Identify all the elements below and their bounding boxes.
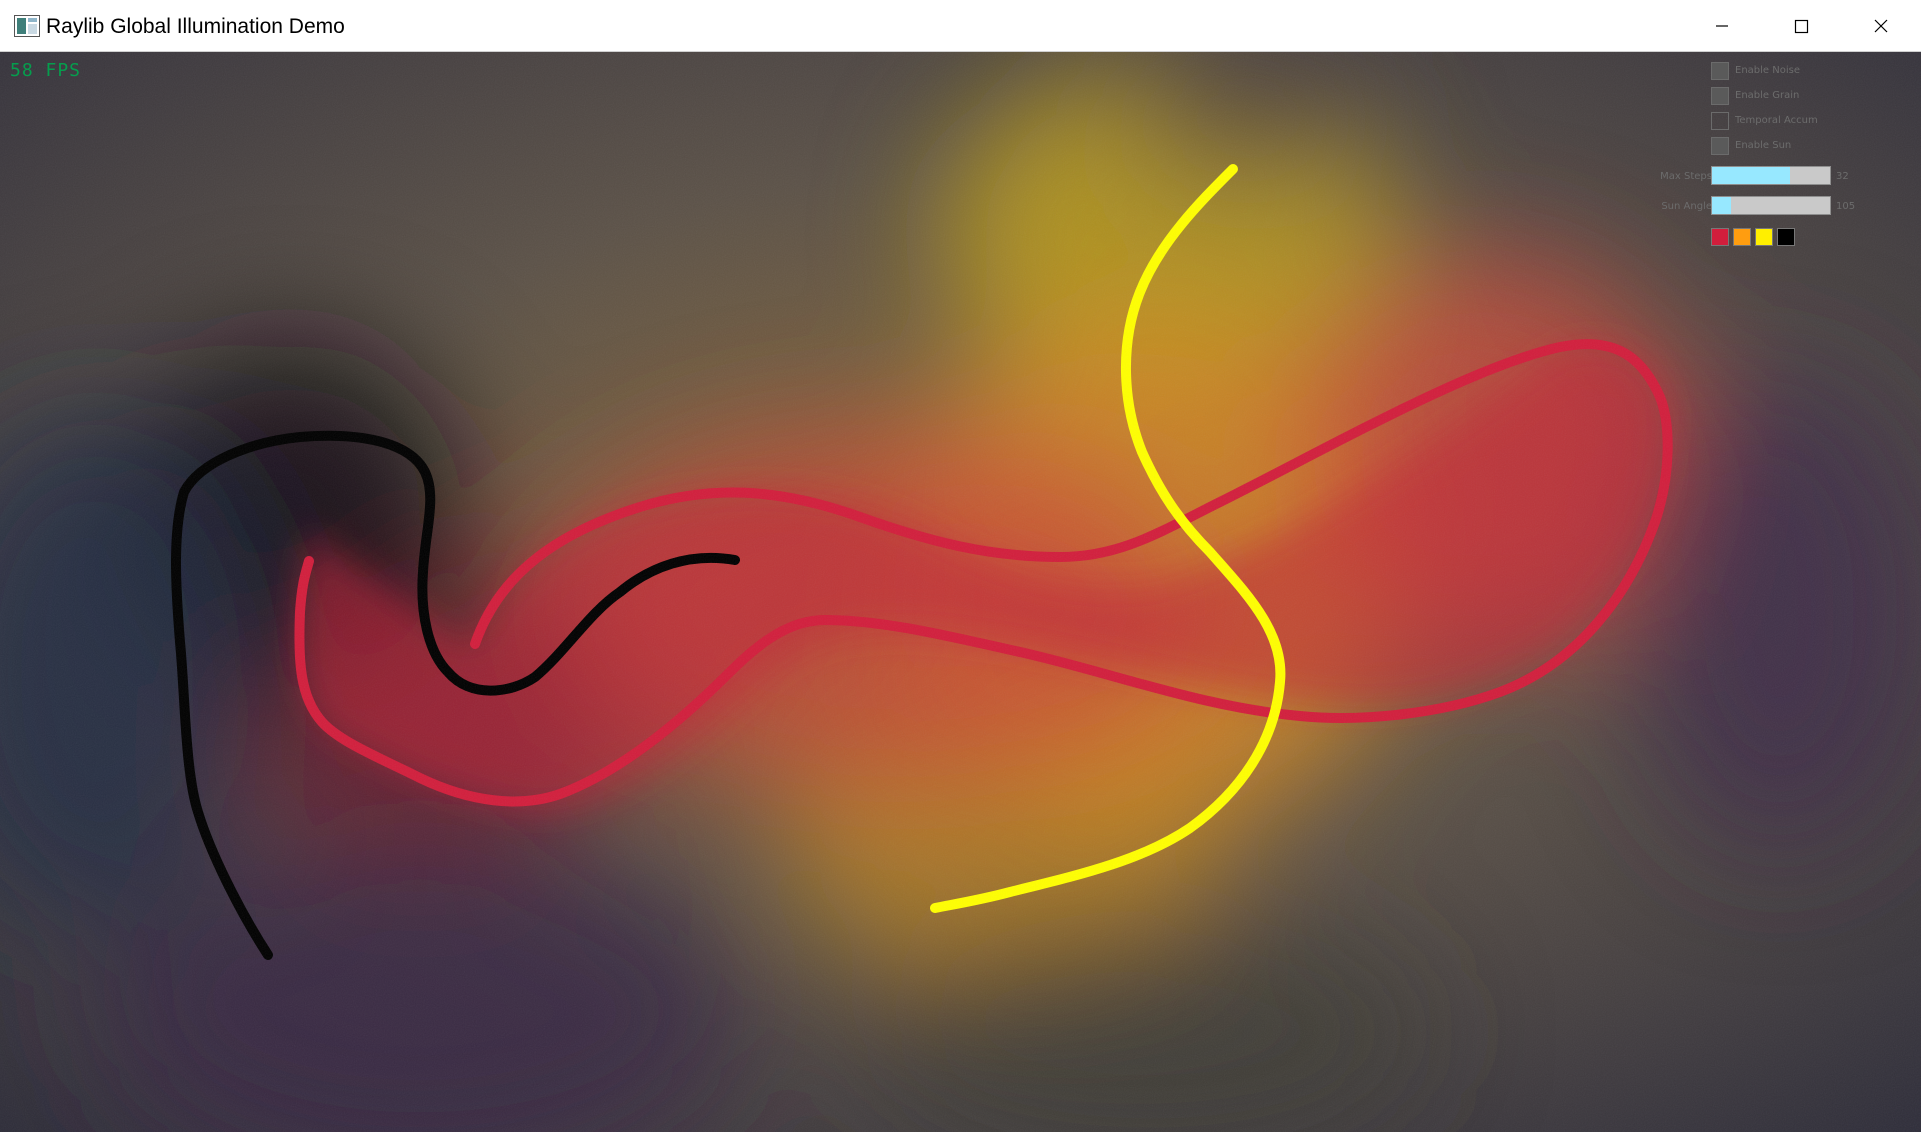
max-steps-label: Max Steps bbox=[1660, 171, 1712, 182]
yellow-swatch[interactable] bbox=[1755, 228, 1773, 246]
render-canvas[interactable] bbox=[0, 52, 1921, 1132]
max-steps-slider-fill bbox=[1712, 167, 1790, 184]
temporal-accum-label: Temporal Accum bbox=[1735, 115, 1818, 126]
sun-angle-slider[interactable] bbox=[1711, 196, 1831, 215]
sun-angle-value: 105 bbox=[1836, 201, 1856, 212]
enable-grain-label: Enable Grain bbox=[1735, 90, 1800, 101]
sun-angle-label: Sun Angle bbox=[1661, 201, 1712, 212]
title-bar[interactable]: Raylib Global Illumination Demo bbox=[0, 0, 1921, 52]
maximize-button[interactable] bbox=[1768, 0, 1834, 52]
film-grain bbox=[0, 52, 1921, 1132]
orange-swatch[interactable] bbox=[1733, 228, 1751, 246]
enable-noise-checkbox[interactable] bbox=[1711, 62, 1729, 80]
minimize-icon bbox=[1716, 25, 1728, 27]
app-icon bbox=[14, 15, 40, 37]
black-swatch[interactable] bbox=[1777, 228, 1795, 246]
window-title: Raylib Global Illumination Demo bbox=[46, 15, 345, 38]
crimson-swatch[interactable] bbox=[1711, 228, 1729, 246]
slider-row-max-steps: Max Steps 32 bbox=[1640, 166, 1900, 186]
enable-sun-checkbox[interactable] bbox=[1711, 137, 1729, 155]
maximize-icon bbox=[1794, 19, 1809, 34]
close-button[interactable] bbox=[1848, 0, 1914, 52]
slider-row-sun-angle: Sun Angle 105 bbox=[1640, 196, 1900, 216]
app-window: Raylib Global Illumination Demo 58 FPS E… bbox=[0, 0, 1921, 1132]
temporal-accum-checkbox[interactable] bbox=[1711, 112, 1729, 130]
close-icon bbox=[1874, 19, 1888, 33]
enable-noise-label: Enable Noise bbox=[1735, 65, 1800, 76]
minimize-button[interactable] bbox=[1688, 0, 1754, 52]
sun-angle-slider-fill bbox=[1712, 197, 1731, 214]
max-steps-value: 32 bbox=[1836, 171, 1849, 182]
illumination-scene[interactable] bbox=[0, 52, 1921, 1132]
enable-grain-checkbox[interactable] bbox=[1711, 87, 1729, 105]
max-steps-slider[interactable] bbox=[1711, 166, 1831, 185]
fps-counter: 58 FPS bbox=[10, 60, 82, 81]
enable-sun-label: Enable Sun bbox=[1735, 140, 1792, 151]
